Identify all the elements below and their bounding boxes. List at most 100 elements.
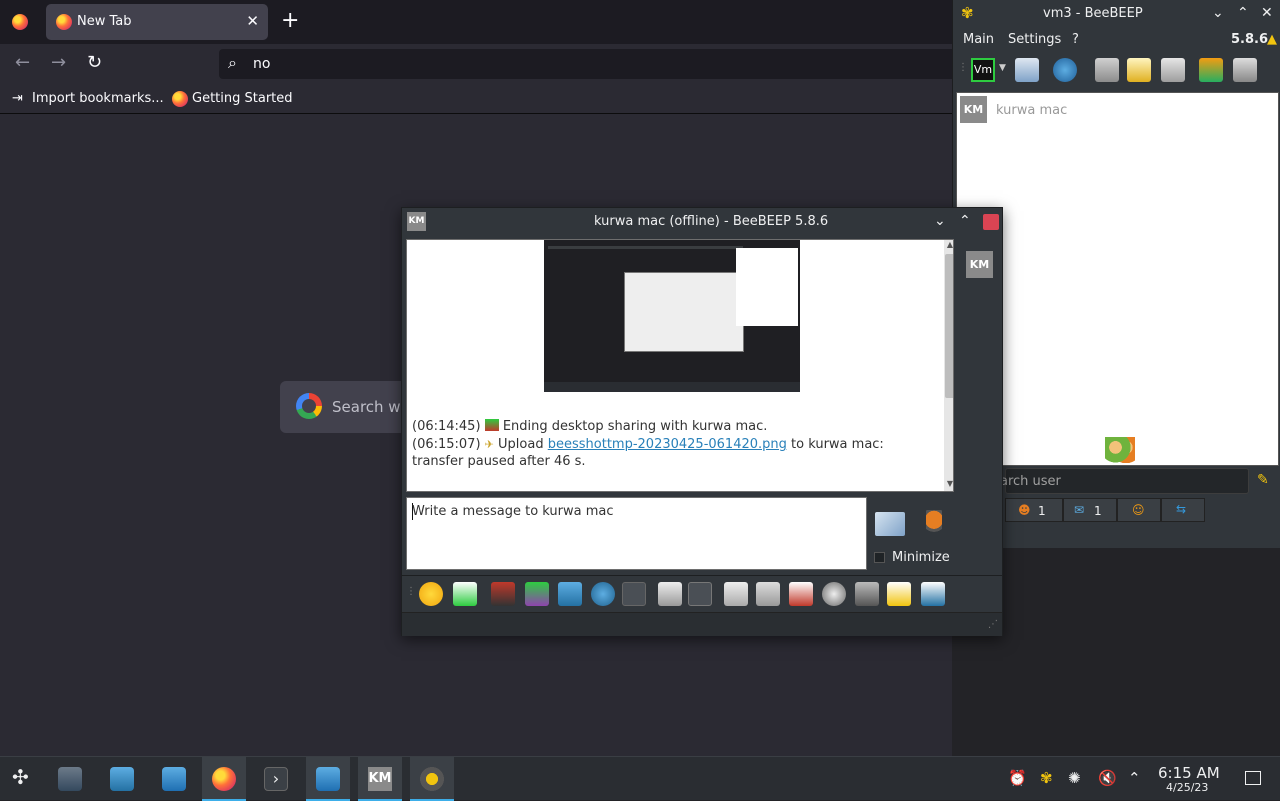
tab-users[interactable]: ☻ 1 (1005, 498, 1063, 522)
search-user-input[interactable]: arch user (1000, 468, 1249, 494)
font-icon[interactable] (491, 582, 515, 606)
version-bee-icon: ▲ (1267, 32, 1277, 47)
search-user-placeholder: arch user (1000, 474, 1061, 489)
history-icon[interactable] (855, 582, 879, 606)
notifications-icon[interactable]: ⏰ (1008, 769, 1027, 787)
minimize-checkbox[interactable] (874, 552, 885, 563)
vcard-icon[interactable] (1015, 58, 1039, 82)
status-button[interactable]: Vm (971, 58, 995, 82)
scroll-thumb[interactable] (945, 254, 953, 398)
tab-new-tab[interactable]: New Tab ✕ (46, 4, 268, 40)
filter-icon[interactable] (558, 582, 582, 606)
status-dropdown-icon[interactable]: ▼ (999, 63, 1006, 73)
chat-member-panel: KM (962, 239, 1002, 569)
task-discover[interactable] (100, 757, 144, 801)
volume-muted-icon[interactable]: 🔇 (1098, 769, 1117, 787)
network-icon[interactable] (1161, 58, 1185, 82)
home-icon[interactable] (1095, 58, 1119, 82)
list-item[interactable]: KM kurwa mac (960, 96, 1260, 124)
clear-search-icon[interactable]: ✎ (1257, 472, 1269, 488)
member-avatar[interactable]: KM (966, 251, 993, 278)
screenshot-icon[interactable] (822, 582, 846, 606)
save-chat-icon[interactable] (724, 582, 748, 606)
font-color-icon[interactable] (525, 582, 549, 606)
back-button[interactable]: ← (15, 52, 30, 73)
menu-help[interactable]: ? (1072, 32, 1079, 47)
microphone-icon[interactable] (926, 510, 942, 538)
thumb-taskbar (548, 246, 743, 249)
chat-minimize-icon[interactable]: ⌄ (934, 213, 946, 229)
close-tab-icon[interactable]: ✕ (246, 12, 259, 30)
tray-expand-icon[interactable]: ⌃ (1128, 769, 1141, 787)
resize-grip-icon[interactable]: ⋰ (988, 619, 998, 630)
send-message-icon[interactable] (875, 512, 905, 536)
compact-view-icon[interactable] (688, 582, 712, 606)
beebeep-titlebar: ✾ vm3 - BeeBEEP ⌄ ⌃ ✕ (953, 0, 1280, 28)
scroll-down-icon[interactable]: ▼ (945, 479, 953, 491)
beebeep-toolbar: ⋮ Vm ▼ (953, 54, 1280, 88)
tab-groups[interactable]: ☺ (1117, 498, 1161, 522)
task-beebeep-chat[interactable]: KM (358, 757, 402, 801)
google-icon (296, 393, 322, 419)
minimize-icon[interactable]: ⌄ (1212, 5, 1224, 21)
file-link[interactable]: beesshottmp-20230425-061420.png (548, 437, 787, 452)
chat-avatar-icon: KM (407, 212, 426, 231)
app-launcher-button[interactable]: ✣ (0, 757, 44, 801)
avatar: KM (960, 96, 987, 123)
bookmark-getting-started[interactable]: Getting Started (192, 91, 293, 106)
settings-icon[interactable] (591, 582, 615, 606)
url-input[interactable]: no (253, 56, 270, 72)
message-input[interactable]: Write a message to kurwa mac (406, 497, 867, 570)
tab-chats[interactable]: ✉ 1 (1063, 498, 1117, 522)
chat-icon: ✉ (1074, 503, 1085, 517)
task-files[interactable] (152, 757, 196, 801)
user-name: kurwa mac (996, 103, 1068, 118)
close-icon[interactable]: ✕ (1261, 5, 1273, 21)
chat-status-bar: ⋰ (402, 612, 1002, 636)
forward-button[interactable]: → (51, 52, 66, 73)
scroll-up-icon[interactable]: ▲ (945, 240, 953, 252)
km-chat-icon: KM (368, 767, 392, 791)
send-file-icon[interactable] (453, 582, 477, 606)
clock-date[interactable]: 4/25/23 (1166, 781, 1208, 794)
show-desktop-icon[interactable] (1245, 771, 1261, 785)
bookmark-import[interactable]: Import bookmarks... (32, 91, 164, 106)
chat-maximize-icon[interactable]: ⌃ (959, 213, 971, 229)
task-firefox[interactable] (202, 757, 246, 801)
clock-time[interactable]: 6:15 AM (1158, 764, 1220, 782)
reload-button[interactable]: ↻ (87, 52, 102, 73)
task-terminal[interactable]: › (254, 757, 298, 801)
trash-icon[interactable] (1233, 58, 1257, 82)
note-icon[interactable] (1127, 58, 1151, 82)
beebeep-tray-icon[interactable]: ✾ (1040, 769, 1053, 787)
emoticon-icon[interactable] (419, 582, 443, 606)
spellcheck-icon[interactable] (622, 582, 646, 606)
task-beebeep[interactable] (410, 757, 454, 801)
chat-scrollbar[interactable]: ▲ ▼ (944, 240, 953, 491)
desktop-screenshot-image[interactable] (544, 240, 800, 392)
menu-settings[interactable]: Settings (1008, 32, 1061, 47)
firefox-tab-bar: New Tab ✕ + (0, 0, 952, 44)
url-bar[interactable]: ⌕ no (219, 49, 959, 79)
update-icon[interactable] (1199, 58, 1223, 82)
tab-shares[interactable]: ⇆ (1161, 498, 1205, 522)
edit-icon[interactable] (887, 582, 911, 606)
minimize-label: Minimize (892, 550, 950, 565)
network-tray-icon[interactable]: ✺ (1068, 769, 1081, 787)
menu-main[interactable]: Main (963, 32, 994, 47)
html-icon[interactable] (789, 582, 813, 606)
tab-title: New Tab (77, 14, 132, 29)
word-completer-icon[interactable] (658, 582, 682, 606)
print-icon[interactable] (756, 582, 780, 606)
chat-close-icon[interactable] (983, 214, 999, 230)
task-settings[interactable] (48, 757, 92, 801)
maximize-icon[interactable]: ⌃ (1237, 5, 1249, 21)
import-icon: ⇥ (12, 91, 23, 106)
share-desktop-icon[interactable] (921, 582, 945, 606)
task-home-folder[interactable] (306, 757, 350, 801)
thumb-window (624, 272, 744, 352)
new-tab-button[interactable]: + (281, 8, 299, 33)
system-settings-icon (58, 767, 82, 791)
firefox-menu-icon[interactable] (12, 14, 28, 30)
broadcast-icon[interactable] (1053, 58, 1077, 82)
